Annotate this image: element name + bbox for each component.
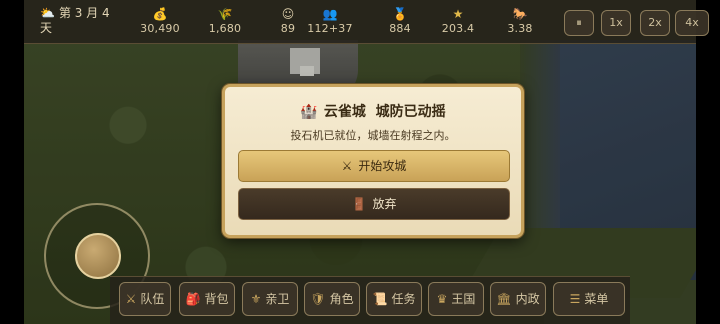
castle-icon: 🏰 bbox=[300, 104, 318, 120]
stat-value-prestige: 203.4 bbox=[441, 22, 475, 35]
internal-affairs-label: 内政 bbox=[515, 292, 540, 306]
stat-renown: 🏅 884 bbox=[370, 6, 430, 36]
stat-speed: 🐎 3.38 bbox=[490, 6, 550, 36]
speed-4x-button[interactable]: 4x bbox=[675, 10, 709, 36]
quests-label: 任务 bbox=[391, 292, 416, 306]
date-line-1: 第 3 月 4 bbox=[58, 6, 110, 20]
game-screen: ⛅ 第 3 月 4 天 💰 30,490 🌾 1,680 ☺ 89 👥 112+3… bbox=[0, 0, 720, 324]
party-button[interactable]: ⚔ 队伍 bbox=[119, 282, 171, 316]
hamburger-icon: ☰ bbox=[569, 292, 581, 306]
crown-icon: ♛ bbox=[436, 292, 448, 306]
date-line-2: 天 bbox=[40, 21, 53, 35]
scroll-icon: 📜 bbox=[372, 292, 388, 306]
kingdom-label: 王国 bbox=[451, 292, 476, 306]
menu-button[interactable]: ☰ 菜单 bbox=[553, 282, 625, 316]
quests-button[interactable]: 📜 任务 bbox=[366, 282, 422, 316]
dialog-message: 投石机已就位，城墙在射程之内。 bbox=[290, 129, 456, 142]
character-label: 角色 bbox=[329, 292, 354, 306]
star-icon: ★ bbox=[452, 7, 464, 21]
internal-affairs-button[interactable]: 🏛 内政 bbox=[490, 282, 546, 316]
bag-button[interactable]: 🎒 背包 bbox=[179, 282, 235, 316]
siege-dialog: 🏰 云雀城 城防已动摇 投石机已就位，城墙在射程之内。 ⚔ 开始攻城 🚪 放弃 bbox=[222, 84, 524, 238]
wheat-icon: 🌾 bbox=[217, 7, 233, 21]
stat-value-gold: 30,490 bbox=[140, 22, 180, 35]
virtual-joystick-knob[interactable] bbox=[75, 233, 121, 279]
kingdom-button[interactable]: ♛ 王国 bbox=[428, 282, 484, 316]
stat-value-renown: 884 bbox=[389, 22, 411, 35]
stat-value-food: 1,680 bbox=[208, 22, 242, 35]
abandon-label: 放弃 bbox=[372, 197, 397, 211]
menu-label: 菜单 bbox=[584, 292, 609, 306]
crossed-swords-icon: ⚔ bbox=[125, 292, 137, 306]
resource-top-bar: ⛅ 第 3 月 4 天 💰 30,490 🌾 1,680 ☺ 89 👥 112+3… bbox=[24, 0, 709, 44]
fleur-de-lis-icon: ⚜ bbox=[250, 292, 262, 306]
backpack-icon: 🎒 bbox=[185, 292, 201, 306]
date-display: ⛅ 第 3 月 4 天 bbox=[40, 6, 110, 36]
dialog-title-text: 云雀城 城防已动摇 bbox=[323, 104, 446, 120]
bag-label: 背包 bbox=[204, 292, 229, 306]
stat-gold: 💰 30,490 bbox=[130, 6, 190, 36]
guard-label: 亲卫 bbox=[265, 292, 290, 306]
abandon-button[interactable]: 🚪 放弃 bbox=[238, 188, 510, 220]
start-siege-button[interactable]: ⚔ 开始攻城 bbox=[238, 150, 510, 182]
stat-value-speed: 3.38 bbox=[507, 22, 533, 35]
speed-1x-button[interactable]: 1x bbox=[601, 10, 631, 36]
temple-icon: 🏛 bbox=[496, 292, 512, 306]
stat-value-troops: 112+37 bbox=[307, 22, 353, 35]
shield-icon: 🛡 bbox=[310, 292, 326, 306]
medal-icon: 🏅 bbox=[392, 7, 408, 21]
crossed-swords-icon: ⚔ bbox=[341, 159, 353, 173]
party-label: 队伍 bbox=[140, 292, 165, 306]
stat-food: 🌾 1,680 bbox=[195, 6, 255, 36]
start-siege-label: 开始攻城 bbox=[358, 159, 407, 173]
stat-troops: 👥 112+37 bbox=[300, 6, 360, 36]
pause-button[interactable]: ⏸ bbox=[564, 10, 594, 36]
screen-edge-left bbox=[0, 0, 24, 324]
money-bag-icon: 💰 bbox=[152, 7, 168, 21]
sun-cloud-icon: ⛅ bbox=[40, 6, 55, 20]
horse-icon: 🐎 bbox=[512, 7, 528, 21]
speed-2x-button[interactable]: 2x bbox=[640, 10, 670, 36]
screen-edge-right bbox=[696, 0, 720, 324]
stat-prestige: ★ 203.4 bbox=[428, 6, 488, 36]
people-icon: 👥 bbox=[322, 7, 338, 21]
dialog-title: 🏰 云雀城 城防已动摇 bbox=[225, 101, 521, 121]
door-icon: 🚪 bbox=[351, 197, 367, 211]
guard-button[interactable]: ⚜ 亲卫 bbox=[242, 282, 298, 316]
character-button[interactable]: 🛡 角色 bbox=[304, 282, 360, 316]
